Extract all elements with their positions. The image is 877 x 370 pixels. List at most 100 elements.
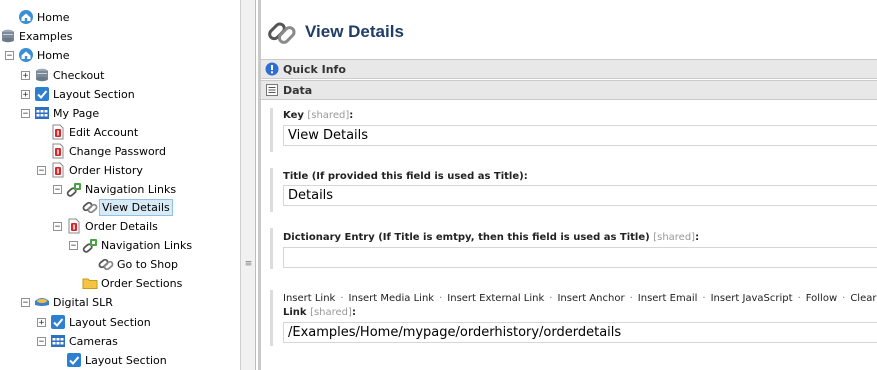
separator: ·	[842, 293, 846, 304]
collapse-toggle-icon[interactable]: −	[21, 109, 30, 119]
tree-item-label[interactable]: Change Password	[67, 143, 168, 160]
tree-item-label[interactable]: Checkout	[51, 67, 106, 84]
collapse-toggle-icon[interactable]: −	[37, 337, 46, 347]
tree-item-label[interactable]: Navigation Links	[99, 237, 194, 254]
section-label: Data	[283, 84, 313, 97]
separator: ·	[340, 293, 344, 304]
collapse-toggle-icon[interactable]: −	[5, 51, 14, 61]
navigation-links-icon	[66, 181, 82, 197]
layout-check-icon	[34, 86, 50, 102]
database-icon	[34, 67, 50, 83]
collapse-toggle-icon[interactable]: −	[21, 298, 30, 308]
tree-item-label[interactable]: Go to Shop	[115, 256, 180, 273]
section-quick-info[interactable]: Quick Info	[261, 59, 877, 79]
insert-email-button[interactable]: Insert Email	[638, 293, 698, 304]
dictionary-entry-label: Dictionary Entry (If Title is emtpy, the…	[283, 232, 700, 243]
data-list-icon	[266, 84, 278, 96]
separator: ·	[629, 293, 633, 304]
tree-item[interactable]: − Navigation Links	[0, 180, 240, 199]
tree-item[interactable]: Go to Shop	[0, 255, 240, 274]
title-label: Title (If provided this field is used as…	[283, 171, 528, 182]
database-icon	[0, 28, 16, 44]
tree-item-label[interactable]: Order History	[67, 162, 145, 179]
separator: ·	[439, 293, 443, 304]
content-editor: View Details Quick Info Data Key [shared…	[261, 0, 877, 370]
tree-item[interactable]: Change Password	[0, 142, 240, 161]
tree-item-label[interactable]: Edit Account	[67, 124, 140, 141]
tree-item[interactable]: − Cameras	[0, 332, 240, 351]
content-tree: Home−Examples−Home+Checkout+Layout Secti…	[0, 0, 240, 370]
tree-item[interactable]: Layout Section	[0, 351, 240, 370]
tree-item[interactable]: + Checkout	[0, 66, 240, 85]
grid-icon	[50, 333, 66, 349]
tree-item[interactable]: View Details	[0, 198, 240, 217]
key-label: Key [shared]:	[283, 110, 354, 121]
tree-item[interactable]: − Order Details	[0, 217, 240, 236]
collapse-toggle-icon[interactable]: −	[53, 185, 62, 195]
insert-javascript-button[interactable]: Insert JavaScript	[711, 293, 793, 304]
info-icon	[265, 62, 279, 76]
tree-item[interactable]: Edit Account	[0, 123, 240, 142]
expand-toggle-icon[interactable]: +	[37, 318, 46, 328]
expand-toggle-icon[interactable]: +	[21, 90, 30, 100]
link-input[interactable]: /Examples/Home/mypage/orderhistory/order…	[283, 322, 877, 343]
tree-item[interactable]: + Layout Section	[0, 313, 240, 332]
tree-item[interactable]: − Digital SLR	[0, 293, 240, 312]
separator: ·	[702, 293, 706, 304]
splitter-grip-icon[interactable]: ≡	[244, 260, 253, 270]
page-title: View Details	[305, 22, 404, 41]
tree-item[interactable]: −Examples	[0, 27, 240, 46]
splitter-bar[interactable]: ≡	[240, 0, 256, 370]
dictionary-entry-field: Dictionary Entry (If Title is emtpy, the…	[270, 228, 877, 269]
document-red-icon	[50, 143, 66, 159]
clear-button[interactable]: Clear	[850, 293, 876, 304]
separator: ·	[797, 293, 801, 304]
title-field: Title (If provided this field is used as…	[270, 168, 877, 212]
collapse-toggle-icon[interactable]: −	[37, 166, 46, 176]
layout-check-icon	[66, 352, 82, 368]
tree-item-label[interactable]: Examples	[17, 28, 74, 45]
section-label: Quick Info	[283, 63, 346, 76]
document-red-icon	[66, 218, 82, 234]
separator: ·	[549, 293, 553, 304]
tree-item-label[interactable]: Digital SLR	[51, 294, 115, 311]
tree-item[interactable]: − My Page	[0, 104, 240, 123]
insert-external-link-button[interactable]: Insert External Link	[447, 293, 544, 304]
insert-anchor-button[interactable]: Insert Anchor	[557, 293, 624, 304]
tree-item[interactable]: − Order History	[0, 161, 240, 180]
tree-item[interactable]: Home	[0, 8, 240, 27]
insert-media-link-button[interactable]: Insert Media Link	[349, 293, 435, 304]
dictionary-entry-input[interactable]	[283, 247, 877, 268]
tree-item-label[interactable]: My Page	[51, 105, 101, 122]
insert-link-button[interactable]: Insert Link	[283, 293, 335, 304]
folder-icon	[82, 275, 98, 291]
tree-item-label[interactable]: Layout Section	[83, 352, 169, 369]
collapse-toggle-icon[interactable]: −	[53, 222, 62, 232]
link-icon	[268, 22, 296, 44]
section-data[interactable]: Data	[261, 80, 877, 100]
tree-item-label[interactable]: Navigation Links	[83, 181, 178, 198]
document-red-icon	[50, 162, 66, 178]
tree-item-label[interactable]: Home	[35, 47, 71, 64]
expand-toggle-icon[interactable]: +	[21, 71, 30, 81]
tree-item-label[interactable]: Cameras	[67, 333, 120, 350]
tree-item-label[interactable]: Order Details	[83, 218, 160, 235]
follow-button[interactable]: Follow	[806, 293, 837, 304]
tree-item[interactable]: + Layout Section	[0, 85, 240, 104]
home-icon	[18, 9, 34, 25]
key-input[interactable]: View Details	[283, 125, 877, 146]
key-field: Key [shared]: View Details	[270, 108, 877, 152]
tree-item-label[interactable]: Order Sections	[99, 275, 184, 292]
tree-item-label[interactable]: Home	[35, 9, 71, 26]
tree-item-label[interactable]: View Details	[99, 199, 173, 216]
tree-item-label[interactable]: Layout Section	[51, 86, 137, 103]
layout-check-icon	[50, 314, 66, 330]
tree-item[interactable]: − Home	[0, 46, 240, 65]
tree-item[interactable]: Order Sections	[0, 274, 240, 293]
collapse-toggle-icon[interactable]: −	[69, 241, 78, 251]
title-input[interactable]: Details	[283, 185, 877, 206]
link-field: Insert Link · Insert Media Link · Insert Ext…	[270, 290, 877, 346]
tree-item[interactable]: − Navigation Links	[0, 236, 240, 255]
item-header: View Details	[261, 10, 877, 56]
tree-item-label[interactable]: Layout Section	[67, 314, 153, 331]
